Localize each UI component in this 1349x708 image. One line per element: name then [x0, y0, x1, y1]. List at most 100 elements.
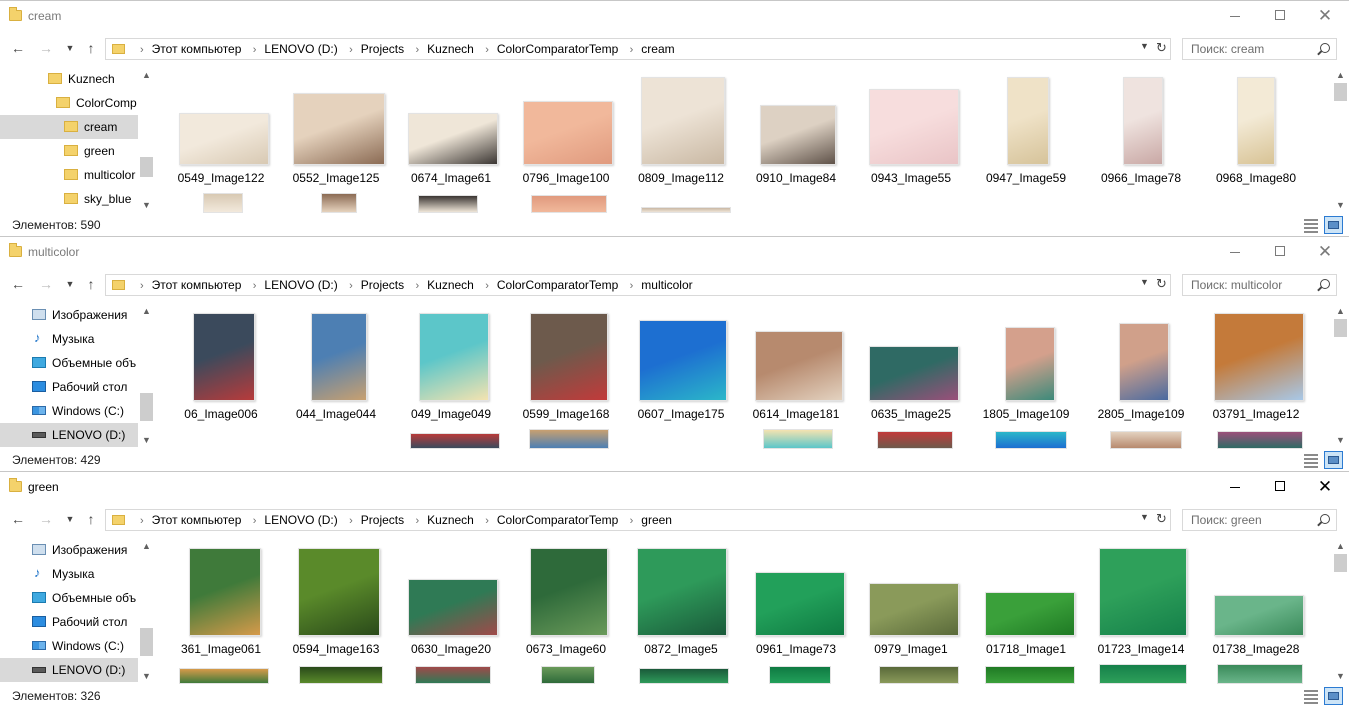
chevron-down-icon[interactable]: ▼ — [1140, 512, 1149, 522]
file-tile[interactable]: 1805_Image109 — [968, 303, 1084, 427]
scroll-down-arrow-icon[interactable]: ▼ — [1332, 432, 1349, 448]
search-input[interactable]: Поиск: green — [1182, 509, 1337, 531]
tree-item-lenovo-drive[interactable]: LENOVO (D:) — [0, 423, 139, 447]
close-button[interactable]: ✕ — [1302, 1, 1348, 32]
breadcrumb-item[interactable]: Этот компьютер — [152, 513, 242, 527]
file-tile[interactable]: 0635_Image25 — [853, 303, 969, 427]
scrollbar-thumb[interactable] — [1334, 319, 1347, 337]
chevron-down-icon[interactable]: ▼ — [1140, 277, 1149, 287]
breadcrumb-item[interactable]: green — [641, 513, 672, 527]
image-thumbnail[interactable] — [1217, 431, 1303, 449]
tree-item-cream[interactable]: cream — [0, 115, 139, 139]
file-tile[interactable]: 0594_Image163 — [278, 538, 394, 662]
image-thumbnail[interactable] — [1217, 664, 1303, 684]
scroll-up-arrow-icon[interactable]: ▲ — [138, 538, 155, 554]
tree-item-kuznech[interactable]: Kuznech — [0, 67, 139, 91]
maximize-button[interactable] — [1257, 237, 1303, 268]
image-thumbnail[interactable] — [985, 666, 1075, 684]
tree-item-pictures[interactable]: Изображения — [0, 303, 139, 327]
scroll-up-arrow-icon[interactable]: ▲ — [1332, 67, 1349, 83]
tree-item-windows-drive[interactable]: Windows (C:) — [0, 399, 139, 423]
scrollbar-thumb[interactable] — [140, 628, 153, 656]
scroll-down-arrow-icon[interactable]: ▼ — [1332, 197, 1349, 213]
file-tile[interactable]: 2805_Image109 — [1083, 303, 1199, 427]
image-thumbnail[interactable] — [418, 195, 478, 213]
image-thumbnail[interactable] — [879, 666, 959, 684]
image-thumbnail[interactable] — [641, 207, 731, 213]
tree-item-music[interactable]: ♪ Музыка — [0, 562, 139, 586]
forward-arrow-icon[interactable]: → — [37, 509, 55, 529]
breadcrumb-item[interactable]: cream — [641, 42, 674, 56]
recent-locations-chevron-icon[interactable]: ▼ — [63, 509, 77, 529]
breadcrumb-item[interactable]: Projects — [361, 513, 404, 527]
large-icons-view-icon[interactable] — [1324, 451, 1343, 469]
minimize-button[interactable] — [1212, 472, 1258, 503]
scrollbar-thumb[interactable] — [140, 157, 153, 177]
image-thumbnail[interactable] — [541, 666, 595, 684]
tree-item-lenovo-drive[interactable]: LENOVO (D:) — [0, 658, 139, 682]
title-bar[interactable]: green ✕ — [0, 472, 1349, 503]
details-view-icon[interactable] — [1303, 688, 1319, 704]
navigation-scrollbar[interactable]: ▲ ▼ — [138, 67, 155, 213]
breadcrumb-item[interactable]: ColorComparatorTemp — [497, 42, 618, 56]
forward-arrow-icon[interactable]: → — [37, 38, 55, 58]
file-tile[interactable]: 0979_Image1 — [853, 538, 969, 662]
refresh-icon[interactable]: ↻ — [1156, 511, 1167, 527]
up-arrow-icon[interactable]: ↑ — [82, 509, 100, 529]
search-input[interactable]: Поиск: cream — [1182, 38, 1337, 60]
file-tile[interactable]: 01738_Image28 — [1198, 538, 1314, 662]
tree-item-windows-drive[interactable]: Windows (C:) — [0, 634, 139, 658]
recent-locations-chevron-icon[interactable]: ▼ — [63, 274, 77, 294]
content-scrollbar[interactable]: ▲ ▼ — [1332, 303, 1349, 448]
scrollbar-thumb[interactable] — [1334, 554, 1347, 572]
image-thumbnail[interactable] — [877, 431, 953, 449]
minimize-button[interactable] — [1212, 237, 1258, 268]
file-tile[interactable]: 0796_Image100 — [508, 67, 624, 191]
breadcrumb-item[interactable]: Projects — [361, 42, 404, 56]
scroll-up-arrow-icon[interactable]: ▲ — [138, 67, 155, 83]
tree-item-multicolor[interactable]: multicolor — [0, 163, 139, 187]
large-icons-view-icon[interactable] — [1324, 687, 1343, 705]
file-tile[interactable]: 0947_Image59 — [968, 67, 1084, 191]
refresh-icon[interactable]: ↻ — [1156, 40, 1167, 56]
file-tile[interactable]: 044_Image044 — [278, 303, 394, 427]
breadcrumb-item[interactable]: Этот компьютер — [152, 278, 242, 292]
breadcrumb-item[interactable]: ColorComparatorTemp — [497, 278, 618, 292]
file-tile[interactable]: 0599_Image168 — [508, 303, 624, 427]
tree-item-sky-blue[interactable]: sky_blue — [0, 187, 139, 211]
navigation-scrollbar[interactable]: ▲ ▼ — [138, 538, 155, 684]
file-tile[interactable]: 0966_Image78 — [1083, 67, 1199, 191]
close-button[interactable]: ✕ — [1302, 237, 1348, 268]
minimize-button[interactable] — [1212, 1, 1258, 32]
scroll-down-arrow-icon[interactable]: ▼ — [1332, 668, 1349, 684]
file-tile[interactable]: 0968_Image80 — [1198, 67, 1314, 191]
breadcrumb-item[interactable]: Kuznech — [427, 513, 474, 527]
file-tile[interactable]: 0872_Image5 — [623, 538, 739, 662]
file-tile[interactable]: 0674_Image61 — [393, 67, 509, 191]
file-tile[interactable]: 0809_Image112 — [623, 67, 739, 191]
file-tile[interactable]: 06_Image006 — [163, 303, 279, 427]
scrollbar-thumb[interactable] — [1334, 83, 1347, 101]
file-tile[interactable]: 0552_Image125 — [278, 67, 394, 191]
tree-item-desktop[interactable]: Рабочий стол — [0, 375, 139, 399]
file-tile[interactable]: 03791_Image12 — [1198, 303, 1314, 427]
scroll-down-arrow-icon[interactable]: ▼ — [138, 197, 155, 213]
file-tile[interactable]: 0673_Image60 — [508, 538, 624, 662]
file-tile[interactable]: 0614_Image181 — [738, 303, 854, 427]
file-tile[interactable]: 0630_Image20 — [393, 538, 509, 662]
refresh-icon[interactable]: ↻ — [1156, 276, 1167, 292]
title-bar[interactable]: cream ✕ — [0, 1, 1349, 32]
file-tile[interactable]: 01723_Image14 — [1083, 538, 1199, 662]
breadcrumb-item[interactable]: Этот компьютер — [152, 42, 242, 56]
image-thumbnail[interactable] — [769, 666, 831, 684]
image-thumbnail[interactable] — [299, 666, 383, 684]
address-bar[interactable]: › Этот компьютер › LENOVO (D:) › Projects ›… — [105, 274, 1171, 296]
image-thumbnail[interactable] — [531, 195, 607, 213]
forward-arrow-icon[interactable]: → — [37, 274, 55, 294]
image-thumbnail[interactable] — [321, 193, 357, 213]
tree-item-music[interactable]: ♪ Музыка — [0, 327, 139, 351]
image-thumbnail[interactable] — [639, 668, 729, 684]
navigation-scrollbar[interactable]: ▲ ▼ — [138, 303, 155, 448]
up-arrow-icon[interactable]: ↑ — [82, 274, 100, 294]
tree-item-3d-objects[interactable]: Объемные объ — [0, 586, 139, 610]
